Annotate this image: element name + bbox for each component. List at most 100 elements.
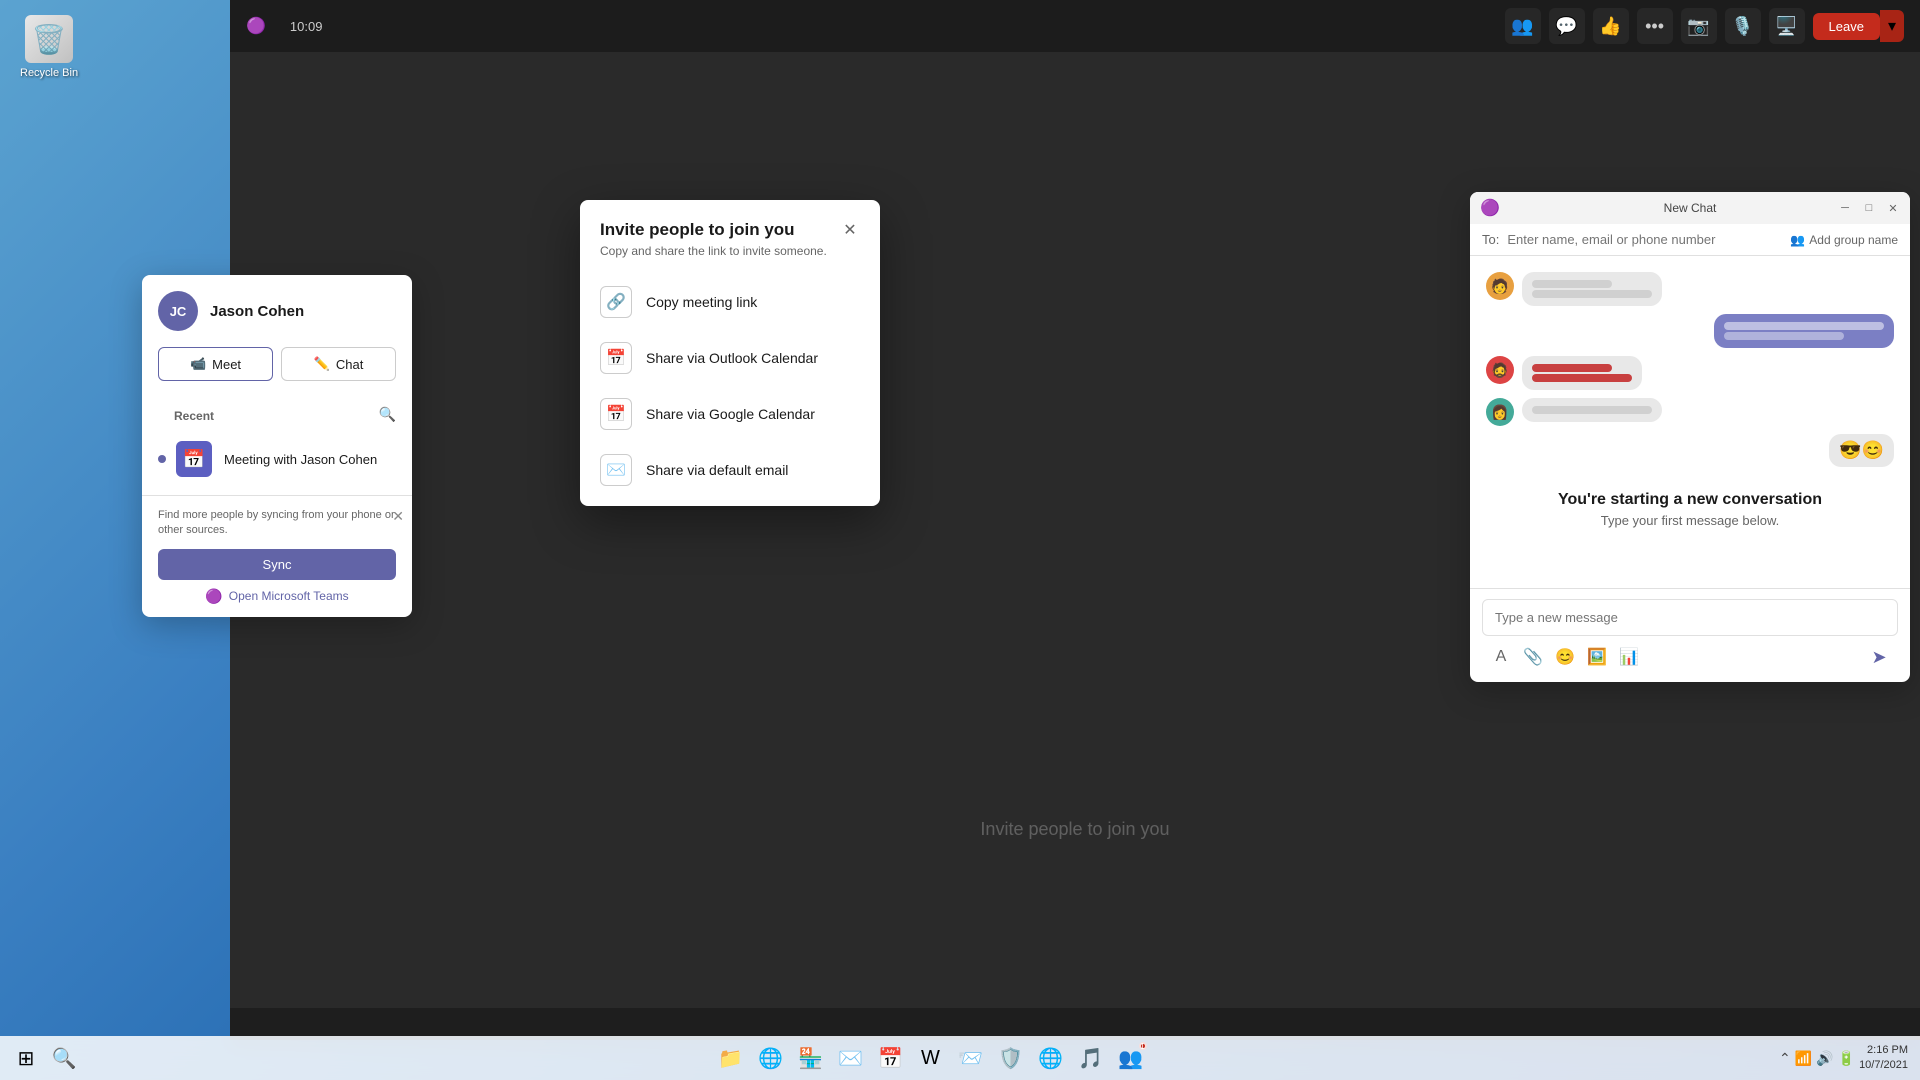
recent-meeting-item[interactable]: 📅 Meeting with Jason Cohen — [142, 431, 412, 487]
search-contacts-icon[interactable]: 🔍 — [379, 406, 396, 423]
preview-line-1b — [1532, 290, 1652, 298]
search-taskbar-button[interactable]: 🔍 — [46, 1040, 82, 1076]
video-call-icon: 📹 — [190, 356, 206, 372]
new-chat-maximize-button[interactable]: □ — [1858, 197, 1880, 219]
active-indicator — [158, 455, 166, 463]
network-icon[interactable]: 📶 — [1795, 1050, 1812, 1067]
taskbar-clock[interactable]: 2:16 PM 10/7/2021 — [1859, 1043, 1908, 1074]
emoji-button[interactable]: 😊 — [1550, 642, 1580, 672]
share-screen-icon[interactable]: 🖥️ — [1769, 8, 1805, 44]
praise-button[interactable]: 📊 — [1614, 642, 1644, 672]
invite-bg-text: Invite people to join you — [980, 819, 1169, 840]
desktop: 🗑️ Recycle Bin 🟣 10:09 👥 💬 👍 ••• 📷 🎙️ 🖥️… — [0, 0, 1920, 1080]
preview-avatar-3: 🧔 — [1486, 356, 1514, 384]
format-text-button[interactable]: A — [1486, 642, 1516, 672]
invite-modal-header: Invite people to join you Copy and share… — [580, 200, 880, 266]
start-menu-button[interactable]: ⊞ — [8, 1040, 44, 1076]
taskbar-mail[interactable]: ✉️ — [833, 1040, 869, 1076]
share-google-label: Share via Google Calendar — [646, 406, 815, 422]
taskbar-teams[interactable]: 👥 1 — [1113, 1040, 1149, 1076]
system-tray: ⌃ 📶 🔊 🔋 — [1779, 1050, 1855, 1067]
contact-initials: JC — [170, 304, 187, 319]
leave-button-group[interactable]: Leave ▾ — [1813, 10, 1904, 42]
contact-avatar: JC — [158, 291, 198, 331]
preview-msg-3: 🧔 — [1486, 356, 1894, 390]
taskbar: ⊞ 🔍 📁 🌐 🏪 ✉️ 📅 W 📨 🛡️ 🌐 🎵 👥 1 ⌃ — [0, 1036, 1920, 1080]
group-icon: 👥 — [1790, 233, 1805, 247]
chat-compose-icon: ✏️ — [314, 356, 330, 372]
sync-button[interactable]: Sync — [158, 549, 396, 580]
share-email-option[interactable]: ✉️ Share via default email — [580, 442, 880, 498]
chat-action-button[interactable]: ✏️ Chat — [281, 347, 396, 381]
open-teams-label: Open Microsoft Teams — [229, 589, 349, 603]
battery-icon[interactable]: 🔋 — [1838, 1050, 1855, 1067]
invite-modal-close-button[interactable]: ✕ — [836, 216, 864, 244]
sync-close-button[interactable]: ✕ — [392, 508, 404, 525]
preview-line-1a — [1532, 280, 1612, 288]
taskbar-calendar-app[interactable]: 📅 — [873, 1040, 909, 1076]
google-calendar-icon: 📅 — [600, 398, 632, 430]
copy-meeting-link-option[interactable]: 🔗 Copy meeting link — [580, 274, 880, 330]
participants-icon[interactable]: 👥 — [1505, 8, 1541, 44]
outlook-icon: 📅 — [600, 342, 632, 374]
more-options-icon[interactable]: ••• — [1637, 8, 1673, 44]
new-chat-titlebar: 🟣 New Chat ─ □ ✕ — [1470, 192, 1910, 224]
new-chat-teams-logo: 🟣 — [1480, 198, 1500, 218]
clock-time: 2:16 PM — [1859, 1043, 1908, 1058]
taskbar-chrome[interactable]: 🌐 — [1033, 1040, 1069, 1076]
preview-line-2a — [1724, 322, 1884, 330]
recycle-bin-icon: 🗑️ — [25, 15, 73, 63]
taskbar-file-explorer[interactable]: 📁 — [713, 1040, 749, 1076]
recycle-bin-label: Recycle Bin — [20, 67, 78, 79]
volume-icon[interactable]: 🔊 — [1816, 1050, 1833, 1067]
reactions-icon[interactable]: 👍 — [1593, 8, 1629, 44]
add-group-name-button[interactable]: 👥 Add group name — [1790, 233, 1898, 247]
chevron-up-icon[interactable]: ⌃ — [1779, 1050, 1791, 1067]
preview-line-3b — [1532, 374, 1632, 382]
taskbar-word[interactable]: W — [913, 1040, 949, 1076]
contact-card: JC Jason Cohen 📹 Meet ✏️ Chat Recent 🔍 📅… — [142, 275, 412, 617]
new-conversation-title: You're starting a new conversation — [1558, 491, 1822, 509]
taskbar-store[interactable]: 🏪 — [793, 1040, 829, 1076]
preview-bubble-2 — [1714, 314, 1894, 348]
share-google-option[interactable]: 📅 Share via Google Calendar — [580, 386, 880, 442]
chat-messages-preview: 🧑 🧔 — [1486, 272, 1894, 467]
taskbar-outlook[interactable]: 📨 — [953, 1040, 989, 1076]
taskbar-edge[interactable]: 🌐 — [753, 1040, 789, 1076]
emoji-message-row: 😎😊 — [1486, 434, 1894, 467]
taskbar-security[interactable]: 🛡️ — [993, 1040, 1029, 1076]
chat-icon[interactable]: 💬 — [1549, 8, 1585, 44]
leave-button[interactable]: Leave — [1813, 13, 1880, 40]
send-message-button[interactable]: ➤ — [1864, 642, 1894, 672]
message-input[interactable] — [1482, 599, 1898, 636]
leave-dropdown-icon[interactable]: ▾ — [1880, 10, 1904, 42]
recent-meeting-label: Meeting with Jason Cohen — [224, 452, 377, 467]
attach-file-button[interactable]: 📎 — [1518, 642, 1548, 672]
search-taskbar-icon: 🔍 — [52, 1046, 77, 1071]
gif-button[interactable]: 🖼️ — [1582, 642, 1612, 672]
message-input-area: A 📎 😊 🖼️ 📊 ➤ — [1470, 588, 1910, 682]
teams-badge: 1 — [1139, 1042, 1147, 1050]
chat-label: Chat — [336, 357, 363, 372]
taskbar-spotify[interactable]: 🎵 — [1073, 1040, 1109, 1076]
meeting-toolbar: 🟣 10:09 👥 💬 👍 ••• 📷 🎙️ 🖥️ Leave ▾ — [230, 0, 1920, 52]
copy-link-icon: 🔗 — [600, 286, 632, 318]
preview-line-3a — [1532, 364, 1612, 372]
open-teams-link[interactable]: 🟣 Open Microsoft Teams — [158, 588, 396, 605]
preview-bubble-4 — [1522, 398, 1662, 422]
teams-logo-icon: 🟣 — [246, 16, 266, 36]
taskbar-center-section: 📁 🌐 🏪 ✉️ 📅 W 📨 🛡️ 🌐 🎵 👥 1 — [82, 1040, 1779, 1076]
to-input[interactable] — [1507, 232, 1782, 247]
new-chat-minimize-button[interactable]: ─ — [1834, 197, 1856, 219]
taskbar-right-section: ⌃ 📶 🔊 🔋 2:16 PM 10/7/2021 — [1779, 1043, 1920, 1074]
mic-icon[interactable]: 🎙️ — [1725, 8, 1761, 44]
message-toolbar: A 📎 😊 🖼️ 📊 ➤ — [1482, 636, 1898, 672]
meet-action-button[interactable]: 📹 Meet — [158, 347, 273, 381]
camera-icon[interactable]: 📷 — [1681, 8, 1717, 44]
new-chat-close-button[interactable]: ✕ — [1882, 197, 1904, 219]
share-outlook-option[interactable]: 📅 Share via Outlook Calendar — [580, 330, 880, 386]
preview-avatar-1: 🧑 — [1486, 272, 1514, 300]
new-chat-window-title: New Chat — [1664, 201, 1717, 215]
recycle-bin[interactable]: 🗑️ Recycle Bin — [15, 10, 83, 84]
preview-msg-4: 👩 — [1486, 398, 1894, 426]
